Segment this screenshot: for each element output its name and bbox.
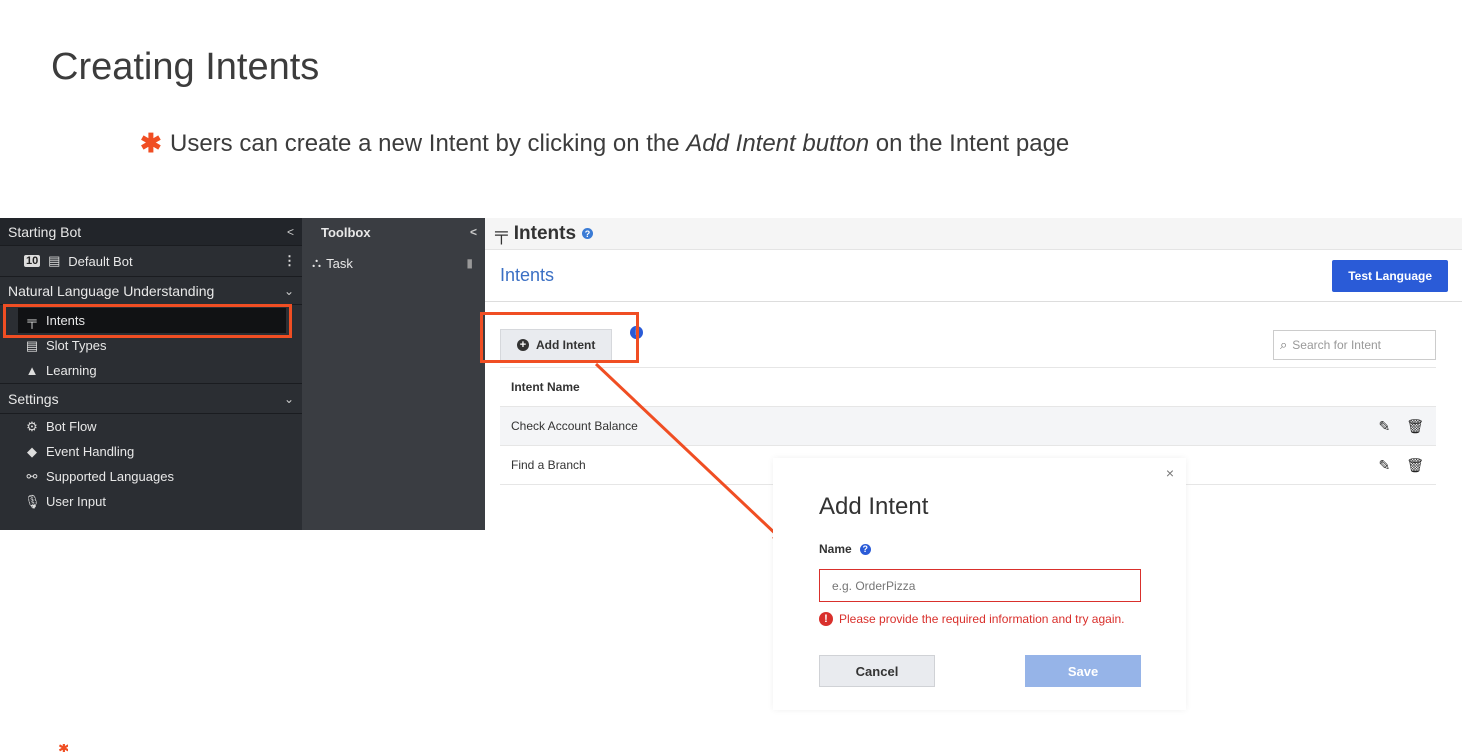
sidebar-item-label: Intents — [46, 313, 86, 328]
dialog-title: Add Intent — [819, 493, 929, 520]
sidebar-section-label: Starting Bot — [8, 223, 82, 240]
row-actions: ✎ 🗑 — [1378, 418, 1424, 435]
sidebar-item-bot-flow[interactable]: ⚙ Bot Flow — [0, 414, 302, 439]
sidebar-item-label: Supported Languages — [46, 469, 174, 484]
graduation-cap-icon: ▲ — [25, 363, 39, 378]
toolbox-item-task[interactable]: ⛬ Task ▮ — [302, 246, 485, 280]
bullet-text-pre: Users can create a new Intent by clickin… — [170, 129, 687, 157]
sidebar-item-intents[interactable]: ╤ Intents — [18, 308, 286, 333]
error-icon: ! — [819, 612, 833, 626]
chevron-down-icon[interactable]: ⌄ — [284, 392, 294, 406]
chevron-down-icon[interactable]: ⌄ — [284, 284, 294, 298]
toolbox-item-label: Task — [326, 255, 353, 271]
document-icon: ▤ — [25, 337, 39, 353]
version-badge: 10 — [24, 255, 41, 267]
row-actions: ✎ 🗑 — [1378, 457, 1424, 474]
edit-pencil-icon[interactable]: ✎ — [1378, 457, 1390, 474]
chevron-left-icon[interactable]: < — [287, 225, 294, 239]
bullet-text-post: on the Intent page — [869, 129, 1070, 157]
close-icon[interactable]: × — [1166, 465, 1174, 481]
tag-icon: ◆ — [27, 443, 37, 459]
trash-icon[interactable]: 🗑 — [1406, 457, 1424, 474]
help-icon[interactable]: ? — [582, 228, 594, 239]
page-title: Intents — [513, 222, 577, 244]
signpost-icon: ╤ — [495, 223, 508, 243]
sidebar-item-label: Default Bot — [68, 253, 133, 269]
bullet-star-icon: ✱ — [58, 744, 68, 752]
sidebar-item-label: Event Handling — [46, 444, 135, 459]
sidebar-item-learning[interactable]: ▲ Learning — [0, 358, 302, 384]
toolbox-header: Toolbox < — [302, 218, 485, 246]
add-intent-button[interactable]: + Add Intent — [500, 328, 613, 361]
chevron-left-icon[interactable]: < — [470, 225, 477, 239]
plus-circle-icon: + — [517, 338, 529, 351]
sidebar-item-label: User Input — [46, 494, 106, 509]
kebab-menu-icon[interactable]: ⋮ — [283, 253, 296, 269]
sidebar-item-default-bot[interactable]: 10 ▤ Default Bot ⋮ — [0, 246, 302, 277]
trash-icon[interactable]: 🗑 — [1406, 418, 1424, 435]
test-language-button[interactable]: Test Language — [1332, 259, 1448, 292]
sidebar-section-label: Natural Language Understanding — [8, 282, 215, 299]
table-header: Intent Name — [500, 368, 1436, 407]
sidebar-item-supported-languages[interactable]: ⚯ Supported Languages — [0, 464, 302, 489]
sidebar-item-slot-types[interactable]: ▤ Slot Types — [0, 333, 302, 358]
save-button[interactable]: Save — [1025, 655, 1141, 687]
page-header: ╤ Intents ? — [485, 218, 1462, 250]
language-icon: ⚯ — [26, 468, 38, 484]
sidebar: Starting Bot < 10 ▤ Default Bot ⋮ Natura… — [0, 218, 302, 530]
sidebar-section-label: Settings — [8, 390, 59, 407]
microphone-icon: 🎙 — [24, 493, 41, 509]
column-header-intent-name[interactable]: Intent Name — [511, 380, 580, 394]
edit-pencil-icon[interactable]: ✎ — [1378, 418, 1390, 435]
sidebar-section-starting-bot[interactable]: Starting Bot < — [0, 218, 302, 246]
validation-error: ! Please provide the required informatio… — [819, 612, 1125, 626]
search-input[interactable]: ⌕ Search for Intent — [1273, 329, 1436, 360]
add-intent-label: Add Intent — [536, 337, 596, 352]
toolbox-title: Toolbox — [321, 224, 371, 240]
error-message: Please provide the required information … — [839, 612, 1125, 626]
intent-name-cell: Check Account Balance — [511, 419, 638, 433]
slide-title: Creating Intents — [51, 46, 320, 88]
bullet-star-icon: ✱ — [140, 128, 162, 158]
name-label: Name ? — [819, 542, 871, 556]
sidebar-item-event-handling[interactable]: ◆ Event Handling — [0, 439, 302, 464]
intent-name-field[interactable] — [819, 569, 1141, 602]
sidebar-item-label: Learning — [46, 363, 97, 378]
help-icon[interactable]: ? — [859, 543, 871, 555]
intents-toolbar: + Add Intent i ⌕ Search for Intent — [500, 322, 1436, 368]
bot-icon: ▤ — [48, 253, 61, 268]
app-screenshot: Starting Bot < 10 ▤ Default Bot ⋮ Natura… — [0, 218, 1462, 530]
bullet-text: Users can create a new Intent by clickin… — [170, 130, 1069, 158]
intent-name-cell: Find a Branch — [511, 458, 586, 472]
gears-icon: ⚙ — [26, 418, 38, 434]
sidebar-item-label: Slot Types — [46, 338, 107, 353]
search-placeholder: Search for Intent — [1292, 337, 1381, 352]
table-row[interactable]: Check Account Balance ✎ 🗑 — [500, 407, 1436, 446]
page-subheader: Intents Test Language — [485, 250, 1462, 302]
sidebar-item-label: Bot Flow — [46, 419, 97, 434]
add-intent-dialog: × Add Intent Name ? ! Please provide the… — [773, 458, 1186, 710]
info-icon[interactable]: i — [630, 326, 643, 339]
drag-handle-icon[interactable]: ▮ — [466, 256, 473, 270]
bullet-text-emphasis: Add Intent button — [686, 129, 870, 157]
section-title: Intents — [500, 265, 555, 285]
sidebar-item-user-input[interactable]: 🎙 User Input — [0, 489, 302, 514]
sidebar-section-nlu[interactable]: Natural Language Understanding ⌄ — [0, 277, 302, 305]
bullet-point: ✱ Users can create a new Intent by click… — [140, 128, 1069, 159]
toolbox-panel: Toolbox < ⛬ Task ▮ — [302, 218, 485, 530]
hierarchy-icon: ⛬ — [312, 255, 322, 270]
sidebar-section-settings[interactable]: Settings ⌄ — [0, 384, 302, 414]
signpost-icon: ╤ — [27, 313, 37, 328]
name-label-text: Name — [819, 542, 852, 556]
search-icon: ⌕ — [1280, 336, 1288, 352]
cancel-button[interactable]: Cancel — [819, 655, 935, 687]
